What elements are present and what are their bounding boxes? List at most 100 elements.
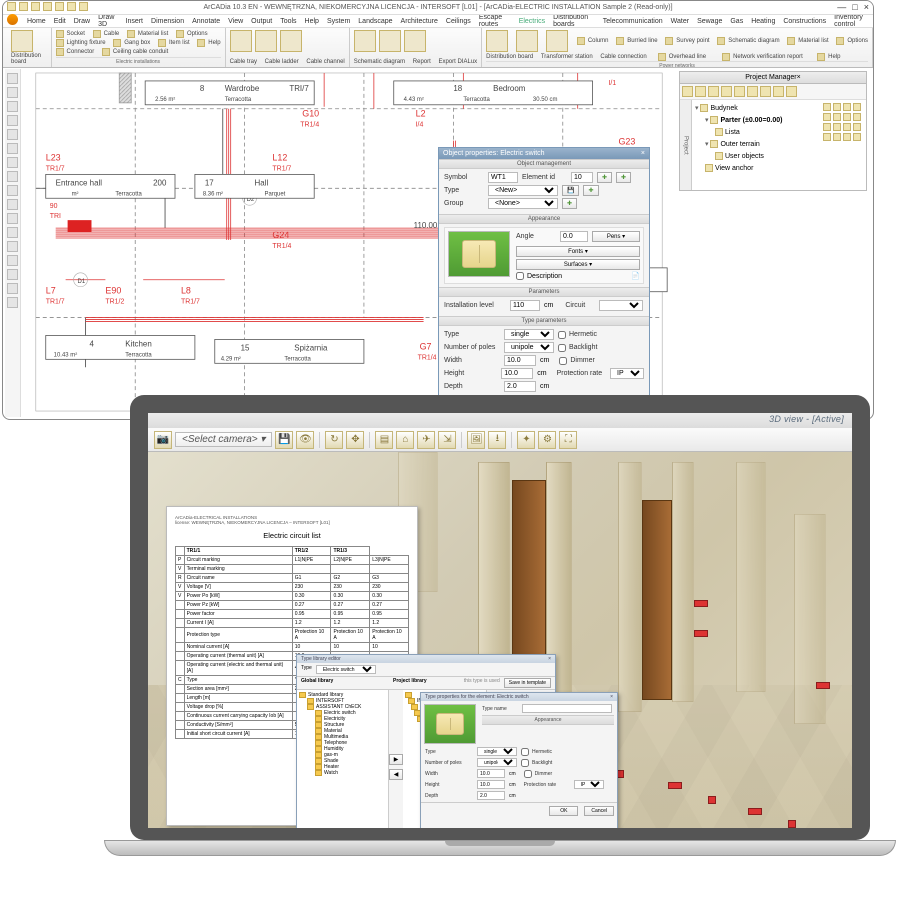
tab-tools[interactable]: Tools bbox=[278, 18, 298, 25]
add-icon[interactable]: ✚ bbox=[597, 172, 612, 183]
height-field[interactable] bbox=[501, 368, 533, 379]
tab-heating[interactable]: Heating bbox=[749, 18, 777, 25]
lighting-icon[interactable] bbox=[56, 39, 64, 47]
hermetic-check[interactable] bbox=[558, 331, 566, 339]
tab-water[interactable]: Water bbox=[669, 18, 691, 25]
dist-board2-icon[interactable] bbox=[486, 30, 508, 52]
circuit-select[interactable] bbox=[599, 300, 643, 311]
tab-insert[interactable]: Insert bbox=[124, 18, 146, 25]
props-type-select[interactable]: single bbox=[477, 747, 517, 756]
export-icon[interactable]: ⭳ bbox=[488, 431, 506, 449]
symbol-field[interactable] bbox=[488, 172, 518, 183]
tab-view[interactable]: View bbox=[226, 18, 245, 25]
socket-icon[interactable] bbox=[56, 30, 64, 38]
close-icon[interactable]: × bbox=[864, 2, 869, 12]
cable-channel-icon[interactable] bbox=[280, 30, 302, 52]
install-level-field[interactable] bbox=[510, 300, 540, 311]
tab-dimension[interactable]: Dimension bbox=[149, 18, 186, 25]
tab-sewage[interactable]: Sewage bbox=[695, 18, 724, 25]
add2-icon[interactable]: ✚ bbox=[616, 172, 631, 183]
pm-close-icon[interactable]: × bbox=[797, 74, 801, 81]
move-left-icon[interactable]: ◀ bbox=[389, 769, 404, 780]
ribbon-tabs[interactable]: Home Edit Draw Draw 3D Insert Dimension … bbox=[3, 15, 873, 28]
angle-field[interactable] bbox=[560, 231, 588, 242]
tab-architecture[interactable]: Architecture bbox=[399, 18, 440, 25]
tab-electrics[interactable]: Electrics bbox=[517, 18, 547, 25]
props-name-field[interactable] bbox=[522, 704, 612, 713]
width-field[interactable] bbox=[504, 355, 536, 366]
maximize-icon[interactable]: □ bbox=[852, 2, 857, 12]
quick-access-toolbar[interactable] bbox=[7, 2, 88, 11]
fullscreen-icon[interactable]: ⛶ bbox=[559, 431, 577, 449]
type-add-icon[interactable]: ✚ bbox=[583, 185, 598, 196]
poles-select[interactable]: unipole bbox=[504, 342, 554, 353]
ptype-select[interactable]: single bbox=[504, 329, 554, 340]
dlg-close-icon[interactable]: × bbox=[641, 150, 645, 157]
type-save-icon[interactable]: 💾 bbox=[562, 185, 579, 196]
tab-system[interactable]: System bbox=[325, 18, 352, 25]
wall-icon[interactable]: ▤ bbox=[375, 431, 393, 449]
lib-close-icon[interactable]: × bbox=[548, 656, 551, 662]
elementid-field[interactable] bbox=[571, 172, 593, 183]
surfaces-button[interactable]: Surfaces ▾ bbox=[516, 259, 640, 270]
move-right-icon[interactable]: ▶ bbox=[389, 754, 404, 765]
tab-constructions[interactable]: Constructions bbox=[781, 18, 828, 25]
snapshot-icon[interactable]: 🖼 bbox=[467, 431, 485, 449]
props-poles-select[interactable]: unipole bbox=[477, 758, 517, 767]
render-icon[interactable]: ✦ bbox=[517, 431, 535, 449]
roof-icon[interactable]: ⌂ bbox=[396, 431, 414, 449]
measure-icon[interactable]: ⇲ bbox=[438, 431, 456, 449]
tab-telecom[interactable]: Telecommunication bbox=[601, 18, 665, 25]
transformer-icon[interactable] bbox=[516, 30, 538, 52]
minimize-icon[interactable]: — bbox=[837, 2, 846, 12]
lib-type-select[interactable]: Electric switch bbox=[316, 665, 376, 674]
view3d-canvas[interactable]: ArCADia-ELECTRICAL INSTALLATIONSlicense:… bbox=[148, 452, 852, 828]
cable-tray-icon[interactable] bbox=[230, 30, 252, 52]
cable-conn-icon[interactable] bbox=[546, 30, 568, 52]
save-view-icon[interactable]: 💾 bbox=[275, 431, 293, 449]
settings-icon[interactable]: ⚙ bbox=[538, 431, 556, 449]
tab-home[interactable]: Home bbox=[25, 18, 48, 25]
distribution-board-icon[interactable] bbox=[11, 30, 33, 52]
dimmer-check[interactable] bbox=[559, 357, 567, 365]
left-toolbar[interactable] bbox=[5, 69, 21, 417]
pm-toolbar[interactable] bbox=[680, 84, 866, 100]
pan-icon[interactable]: ✥ bbox=[346, 431, 364, 449]
tab-draw[interactable]: Draw bbox=[72, 18, 92, 25]
export-dialux-icon[interactable] bbox=[404, 30, 426, 52]
fonts-button[interactable]: Fonts ▾ bbox=[516, 246, 640, 257]
tab-gas[interactable]: Gas bbox=[728, 18, 745, 25]
camera-list-icon[interactable]: 📷 bbox=[154, 431, 172, 449]
props-close-icon[interactable]: × bbox=[610, 694, 613, 700]
app-logo-icon[interactable] bbox=[7, 14, 18, 25]
tab-inventory[interactable]: Inventory control bbox=[832, 14, 873, 28]
tab-distboards[interactable]: Distribution boards bbox=[551, 14, 597, 28]
pens-button[interactable]: Pens ▾ bbox=[592, 231, 640, 242]
camera-select[interactable]: <Select camera> ▾ bbox=[175, 432, 272, 447]
props-cancel-button[interactable]: Cancel bbox=[584, 806, 614, 816]
tab-draw3d[interactable]: Draw 3D bbox=[96, 14, 119, 28]
tab-output[interactable]: Output bbox=[249, 18, 274, 25]
tab-edit[interactable]: Edit bbox=[52, 18, 68, 25]
schematic-icon[interactable] bbox=[354, 30, 376, 52]
plane-icon[interactable]: ✈ bbox=[417, 431, 435, 449]
pm-visibility-icons[interactable] bbox=[820, 100, 866, 190]
group-add-icon[interactable]: ✚ bbox=[562, 198, 577, 209]
orbit-icon[interactable]: ↻ bbox=[325, 431, 343, 449]
tab-landscape[interactable]: Landscape bbox=[356, 18, 394, 25]
cable-ladder-icon[interactable] bbox=[255, 30, 277, 52]
global-library-tree[interactable]: Standard library INTERSOFT ASSISTANT ChE… bbox=[297, 690, 389, 828]
tab-ceilings[interactable]: Ceilings bbox=[444, 18, 473, 25]
group-select[interactable]: <None> bbox=[488, 198, 558, 209]
backlight-check[interactable] bbox=[558, 344, 566, 352]
eye-icon[interactable]: 👁 bbox=[296, 431, 314, 449]
type-select[interactable]: <New> bbox=[488, 185, 558, 196]
cable-icon[interactable] bbox=[93, 30, 101, 38]
pm-tree[interactable]: Budynek Parter (±0.00=0.00) Lista Outer … bbox=[692, 100, 820, 190]
tab-escape[interactable]: Escape routes bbox=[477, 14, 513, 28]
protection-select[interactable]: IP 20 bbox=[610, 368, 644, 379]
tab-annotate[interactable]: Annotate bbox=[190, 18, 222, 25]
tab-help[interactable]: Help bbox=[303, 18, 321, 25]
props-ok-button[interactable]: OK bbox=[549, 806, 578, 816]
pm-tab-project[interactable]: Project bbox=[680, 100, 692, 190]
